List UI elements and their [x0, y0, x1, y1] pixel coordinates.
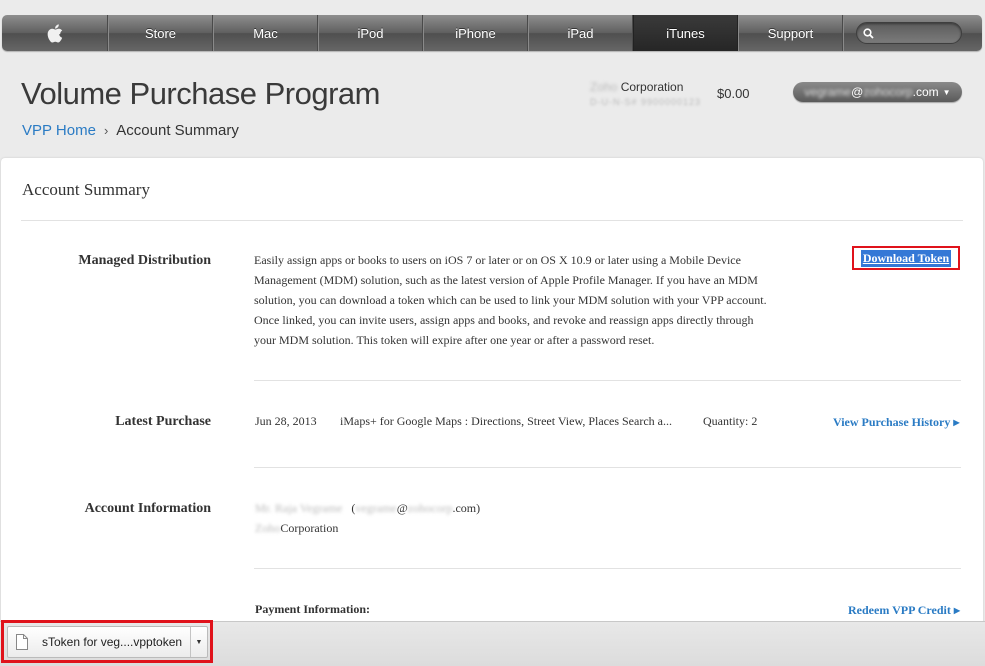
account-domain-redacted: zohocorp — [863, 85, 913, 99]
nav-iphone[interactable]: iPhone — [423, 15, 528, 51]
description-line: solution, you can download a token which… — [254, 293, 767, 307]
account-at: @ — [851, 85, 864, 99]
description-line: Management (MDM) solution, such as the l… — [254, 273, 758, 287]
nav-itunes[interactable]: iTunes — [633, 15, 738, 51]
redeem-vpp-credit-link[interactable]: Redeem VPP Credit ▶ — [848, 603, 960, 618]
payment-information-label: Payment Information: — [255, 602, 370, 616]
account-information-label: Account Information — [84, 501, 211, 516]
global-nav: Store Mac iPod iPhone iPad iTunes Suppor… — [2, 15, 982, 51]
card-title: Account Summary — [22, 180, 150, 199]
organization-info: Zoho Corporation D-U-N-S# 9900000123 — [590, 80, 701, 107]
nav-store[interactable]: Store — [108, 15, 213, 51]
link-label: View Purchase History — [833, 415, 951, 429]
chevron-right-icon: › — [103, 123, 109, 138]
account-user-redacted: vegrame — [804, 85, 852, 99]
arrow-right-icon: ▶ — [953, 606, 961, 615]
purchase-quantity: Quantity: 2 — [703, 414, 758, 428]
org-id-redacted: D-U-N-S# 9900000123 — [590, 97, 702, 107]
apple-logo-icon[interactable] — [2, 15, 108, 51]
email-at: @ — [396, 501, 408, 515]
account-org-redacted: Zoho — [255, 521, 281, 535]
managed-distribution-description: Easily assign apps or books to users on … — [254, 250, 814, 350]
nav-support[interactable]: Support — [738, 15, 843, 51]
divider — [21, 220, 963, 221]
search-icon — [863, 27, 874, 39]
account-contact: Mr. Raja Vegrame (vegrame@zohocorp.com) — [255, 498, 480, 518]
org-name-redacted: Zoho — [590, 80, 618, 94]
page-title: Volume Purchase Program — [21, 76, 380, 111]
download-item-highlight — [1, 620, 213, 663]
account-suffix: .com — [912, 85, 939, 99]
email-suffix: .com) — [452, 501, 481, 515]
latest-purchase-label: Latest Purchase — [115, 414, 211, 429]
description-line: your MDM solution. This token will expir… — [254, 333, 655, 347]
caret-down-icon: ▼ — [942, 87, 951, 97]
divider — [254, 380, 961, 381]
download-token-button[interactable]: Download Token — [860, 249, 952, 267]
search-box[interactable] — [856, 22, 962, 44]
search-area — [843, 15, 982, 51]
email-user-redacted: vegrame — [355, 501, 397, 515]
account-balance: $0.00 — [717, 86, 750, 101]
description-line: Easily assign apps or books to users on … — [254, 253, 741, 267]
nav-ipod[interactable]: iPod — [318, 15, 423, 51]
account-org: ZohoCorporation — [255, 518, 338, 538]
view-purchase-history-link[interactable]: View Purchase History ▶ — [833, 415, 959, 430]
account-summary-card: Account Summary Managed Distribution Eas… — [1, 158, 983, 638]
account-menu-button[interactable]: vegrame @ zohocorp .com ▼ — [793, 82, 962, 102]
org-name: Corporation — [620, 80, 684, 94]
link-label: Redeem VPP Credit — [848, 603, 951, 617]
arrow-right-icon: ▶ — [953, 418, 960, 427]
purchase-item: iMaps+ for Google Maps : Directions, Str… — [340, 414, 672, 428]
nav-mac[interactable]: Mac — [213, 15, 318, 51]
divider — [254, 467, 961, 468]
search-input[interactable] — [878, 26, 962, 40]
description-line: Once linked, you can invite users, assig… — [254, 313, 754, 327]
divider — [254, 568, 961, 569]
account-name-redacted: Mr. Raja Vegrame — [255, 501, 343, 515]
breadcrumb-vpp-home[interactable]: VPP Home — [22, 122, 96, 139]
purchase-date: Jun 28, 2013 — [255, 414, 317, 428]
breadcrumb: VPP Home › Account Summary — [22, 122, 239, 139]
managed-distribution-label: Managed Distribution — [78, 253, 211, 268]
download-token-highlight: Download Token — [852, 246, 960, 270]
breadcrumb-current: Account Summary — [116, 122, 239, 139]
nav-ipad[interactable]: iPad — [528, 15, 633, 51]
email-domain-redacted: zohocorp — [407, 501, 453, 515]
account-org-name: Corporation — [280, 521, 339, 535]
